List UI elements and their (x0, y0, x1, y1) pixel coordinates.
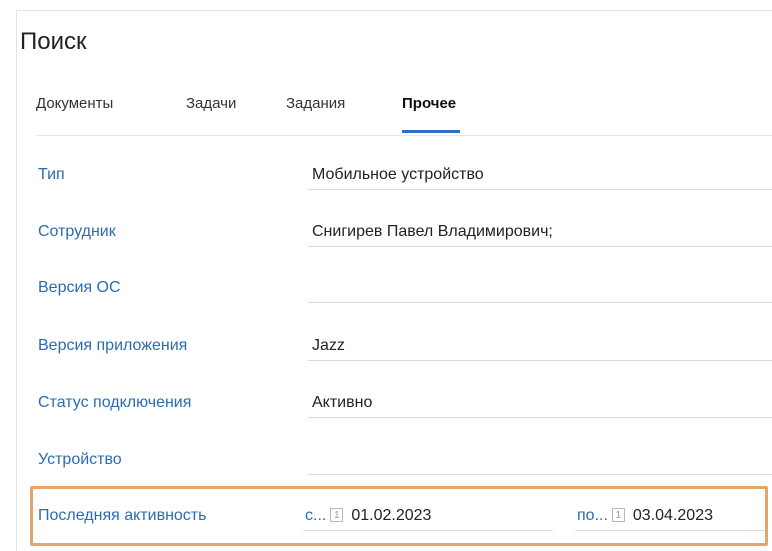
tab-label: Документы (36, 95, 114, 112)
date-to-underline (575, 530, 765, 531)
tab-tasks[interactable]: Задачи (186, 95, 236, 133)
tab-label: Задания (286, 95, 346, 112)
date-from-input[interactable]: 01.02.2023 (351, 507, 431, 524)
tab-bar: Документы Задачи Задания Прочее (36, 95, 772, 136)
date-from-prefix[interactable]: с... (305, 507, 326, 524)
employee-field[interactable]: Снигирев Павел Владимирович; (308, 215, 772, 247)
tab-label: Прочее (402, 95, 457, 112)
calendar-icon[interactable]: 1 (330, 507, 344, 522)
field-label: Устройство (38, 451, 122, 468)
date-from-group: с... 1 01.02.2023 (305, 500, 431, 532)
tab-label: Задачи (186, 95, 237, 112)
field-label: Версия ОС (38, 279, 121, 296)
os-version-field[interactable] (308, 271, 772, 303)
field-label: Тип (38, 166, 65, 183)
tab-documents[interactable]: Документы (36, 95, 113, 133)
date-to-prefix[interactable]: по... (577, 507, 608, 524)
last-activity-label: Последняя активность (38, 507, 207, 524)
date-to-group: по... 1 03.04.2023 (577, 500, 713, 532)
tab-assignments[interactable]: Задания (286, 95, 345, 133)
tab-other[interactable]: Прочее (402, 95, 461, 133)
field-row-os-version: Версия ОС (38, 271, 772, 305)
field-label: Сотрудник (38, 223, 116, 240)
connection-status-field[interactable]: Активно (308, 386, 772, 418)
field-row-device: Устройство (38, 443, 772, 477)
field-row-app-version: Версия приложения Jazz (38, 329, 772, 363)
field-row-employee: Сотрудник Снигирев Павел Владимирович; (38, 215, 772, 249)
calendar-icon[interactable]: 1 (611, 507, 625, 522)
date-to-input[interactable]: 03.04.2023 (633, 507, 713, 524)
field-label: Версия приложения (38, 337, 188, 354)
type-field[interactable]: Мобильное устройство (308, 158, 772, 190)
device-field[interactable] (308, 443, 772, 475)
field-label: Статус подключения (38, 394, 192, 411)
date-from-underline (303, 530, 553, 531)
field-row-type: Тип Мобильное устройство (38, 158, 772, 192)
page-title: Поиск (20, 28, 87, 55)
app-version-field[interactable]: Jazz (308, 329, 772, 361)
field-row-connection-status: Статус подключения Активно (38, 386, 772, 420)
